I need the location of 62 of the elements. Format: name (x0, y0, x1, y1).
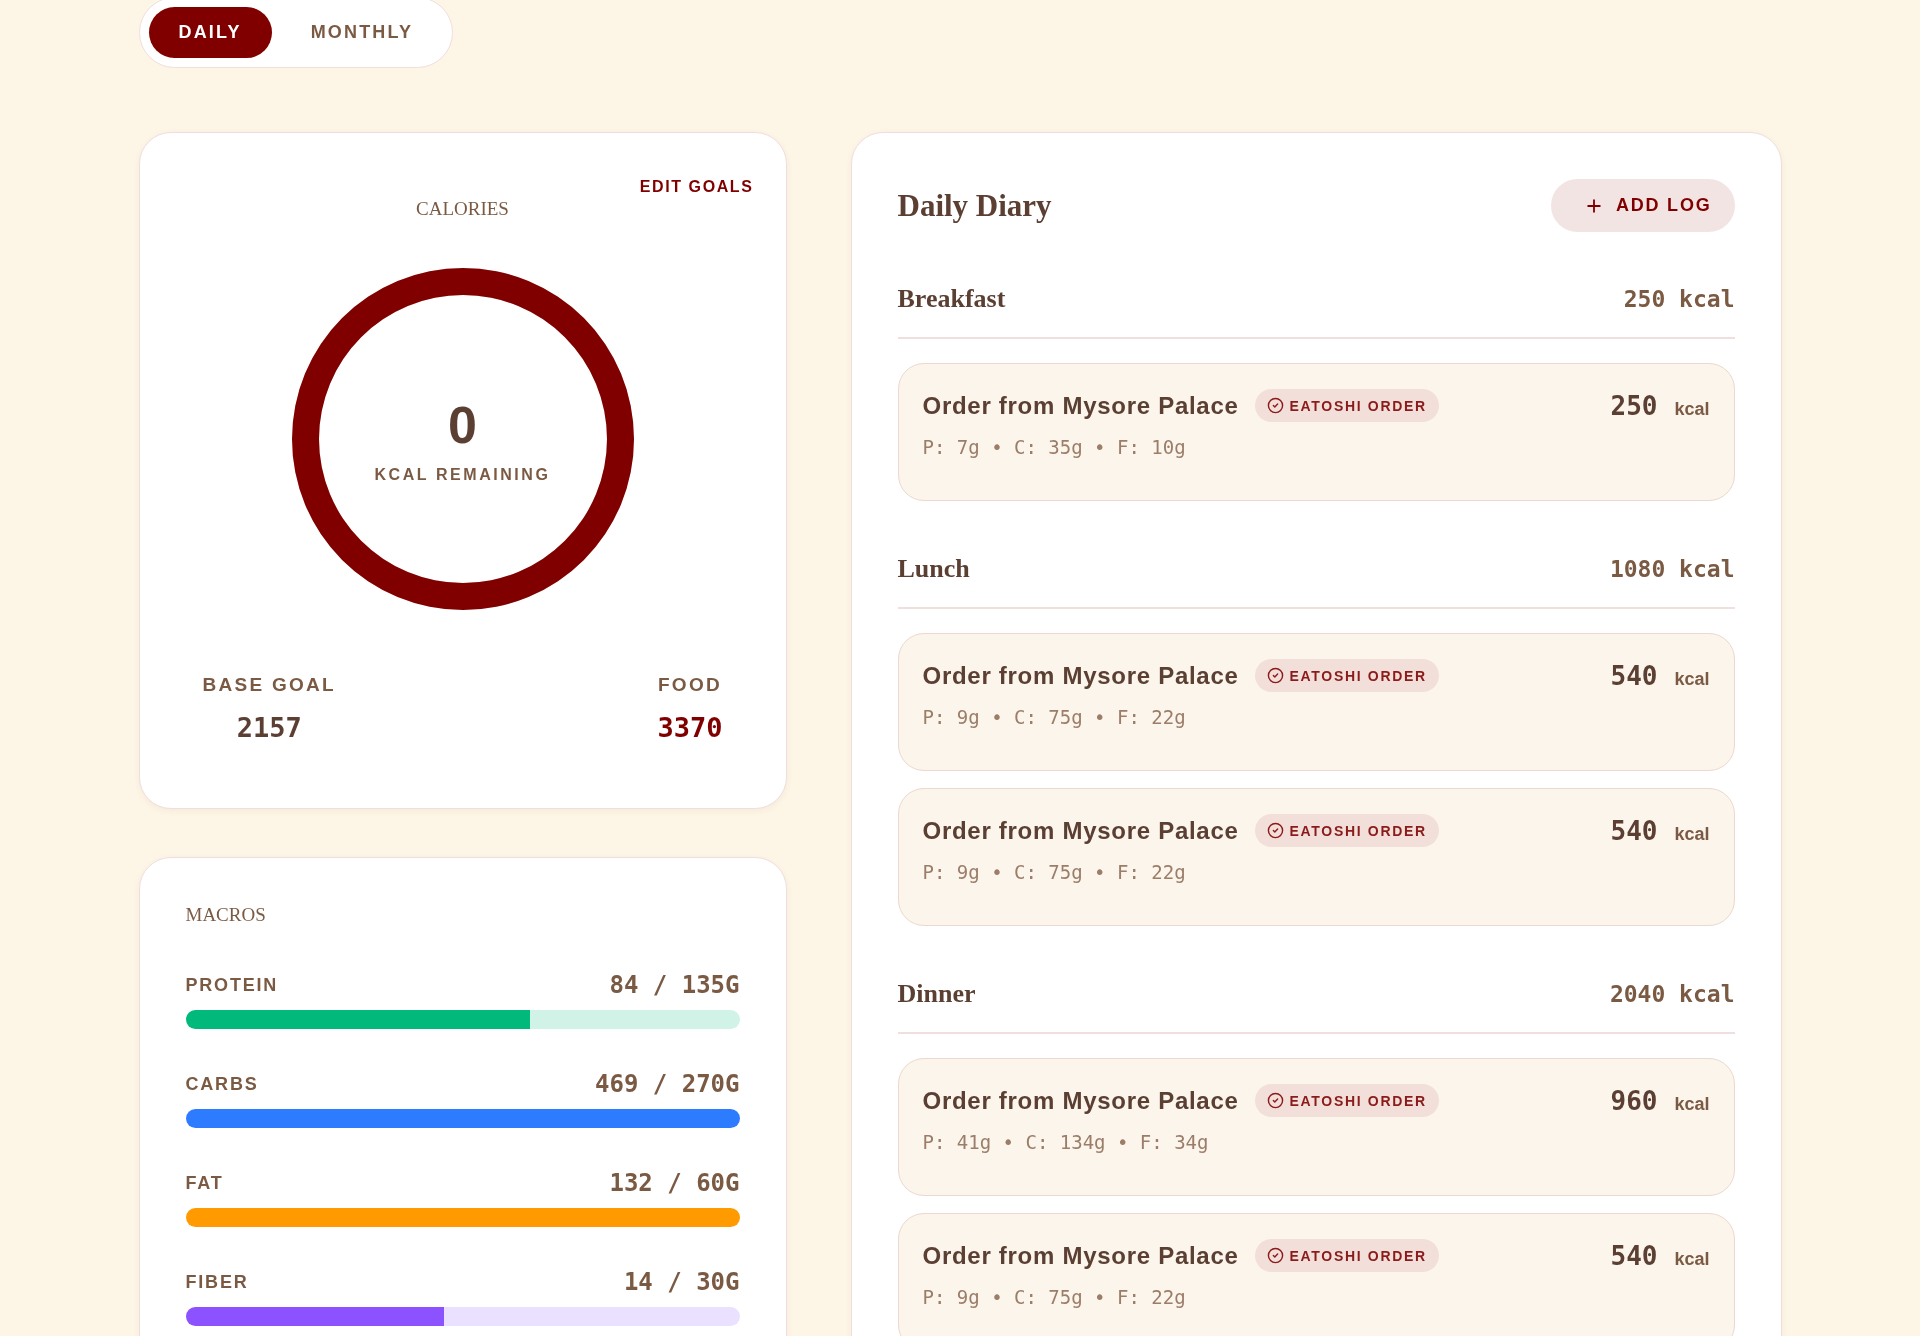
edit-goals-link[interactable]: EDIT GOALS (639, 177, 754, 197)
diary-title: Daily Diary (897, 186, 1052, 225)
entry-unit: kcal (1674, 397, 1710, 420)
entry-title: Order from Mysore Palace (922, 660, 1239, 691)
entry-unit: kcal (1674, 1247, 1710, 1270)
meal-title: Breakfast (897, 283, 1006, 315)
remaining-value: 0 (448, 397, 477, 453)
entry-calories: 540 (1610, 814, 1658, 847)
entry-macros: P: 9g • C: 75g • F: 22g (922, 860, 1187, 884)
entry-title: Order from Mysore Palace (922, 1240, 1239, 1271)
entry-title: Order from Mysore Palace (922, 1085, 1239, 1116)
meal-total: 250 kcal (1623, 285, 1735, 313)
entry-unit: kcal (1674, 822, 1710, 845)
meal-title: Lunch (897, 553, 970, 585)
macro-label: FIBER (185, 1271, 249, 1294)
food-entry[interactable]: Order from Mysore Palace EATOSHI ORDER 540 kcal P: 9g • C: 75g • F: 22g (897, 788, 1735, 926)
stat-value: 2157 (236, 711, 302, 745)
stat-label: FOOD (657, 673, 722, 697)
stat-label: BASE GOAL (202, 673, 336, 697)
macro-reading: 14 / 30G (623, 1268, 740, 1296)
entry-unit: kcal (1674, 1092, 1710, 1115)
entry-title: Order from Mysore Palace (922, 815, 1239, 846)
remaining-label: KCAL REMAINING (374, 465, 551, 485)
macro-label: FAT (185, 1172, 224, 1195)
meal-total: 2040 kcal (1609, 980, 1735, 1008)
add-log-button[interactable]: ADD LOG (1550, 179, 1735, 232)
entry-calories: 540 (1610, 1239, 1658, 1272)
check-circle-icon (1266, 397, 1284, 414)
macro-label: CARBS (185, 1073, 259, 1096)
macro-reading: 469 / 270G (595, 1070, 740, 1098)
source-tag-label: EATOSHI ORDER (1289, 1246, 1427, 1265)
macro-reading: 132 / 60G (609, 1169, 740, 1197)
entry-title: Order from Mysore Palace (922, 390, 1239, 421)
tab[interactable]: DAILY (148, 7, 272, 58)
stat-value: 3370 (657, 711, 723, 745)
entry-unit: kcal (1674, 667, 1710, 690)
food-entry[interactable]: Order from Mysore Palace EATOSHI ORDER 540 kcal P: 9g • C: 75g • F: 22g (897, 633, 1735, 771)
source-tag-label: EATOSHI ORDER (1289, 1091, 1427, 1110)
card-title: CALORIES (416, 197, 509, 221)
entry-macros: P: 41g • C: 134g • F: 34g (922, 1130, 1210, 1154)
meal-total: 1080 kcal (1609, 555, 1735, 583)
food-entry[interactable]: Order from Mysore Palace EATOSHI ORDER 960 kcal P: 41g • C: 134g • F: 34g (897, 1058, 1735, 1196)
entry-calories: 540 (1610, 659, 1658, 692)
entry-macros: P: 9g • C: 75g • F: 22g (922, 705, 1187, 729)
tab[interactable]: MONTHLY (280, 7, 444, 58)
check-circle-icon (1266, 1247, 1284, 1264)
check-circle-icon (1266, 1092, 1284, 1109)
check-circle-icon (1266, 667, 1284, 684)
meal-title: Dinner (897, 978, 976, 1010)
card-title: MACROS (185, 903, 267, 927)
food-entry[interactable]: Order from Mysore Palace EATOSHI ORDER 540 kcal P: 9g • C: 75g • F: 22g (897, 1213, 1735, 1336)
entry-macros: P: 7g • C: 35g • F: 10g (922, 435, 1187, 459)
entry-calories: 960 (1610, 1084, 1658, 1117)
source-tag-label: EATOSHI ORDER (1289, 821, 1427, 840)
check-circle-icon (1266, 822, 1284, 839)
source-tag-label: EATOSHI ORDER (1289, 396, 1427, 415)
entry-calories: 250 (1610, 389, 1658, 422)
entry-macros: P: 9g • C: 75g • F: 22g (922, 1285, 1187, 1309)
macro-reading: 84 / 135G (609, 971, 740, 999)
source-tag-label: EATOSHI ORDER (1289, 666, 1427, 685)
macro-label: PROTEIN (185, 974, 279, 997)
food-entry[interactable]: Order from Mysore Palace EATOSHI ORDER 250 kcal P: 7g • C: 35g • F: 10g (897, 363, 1735, 501)
